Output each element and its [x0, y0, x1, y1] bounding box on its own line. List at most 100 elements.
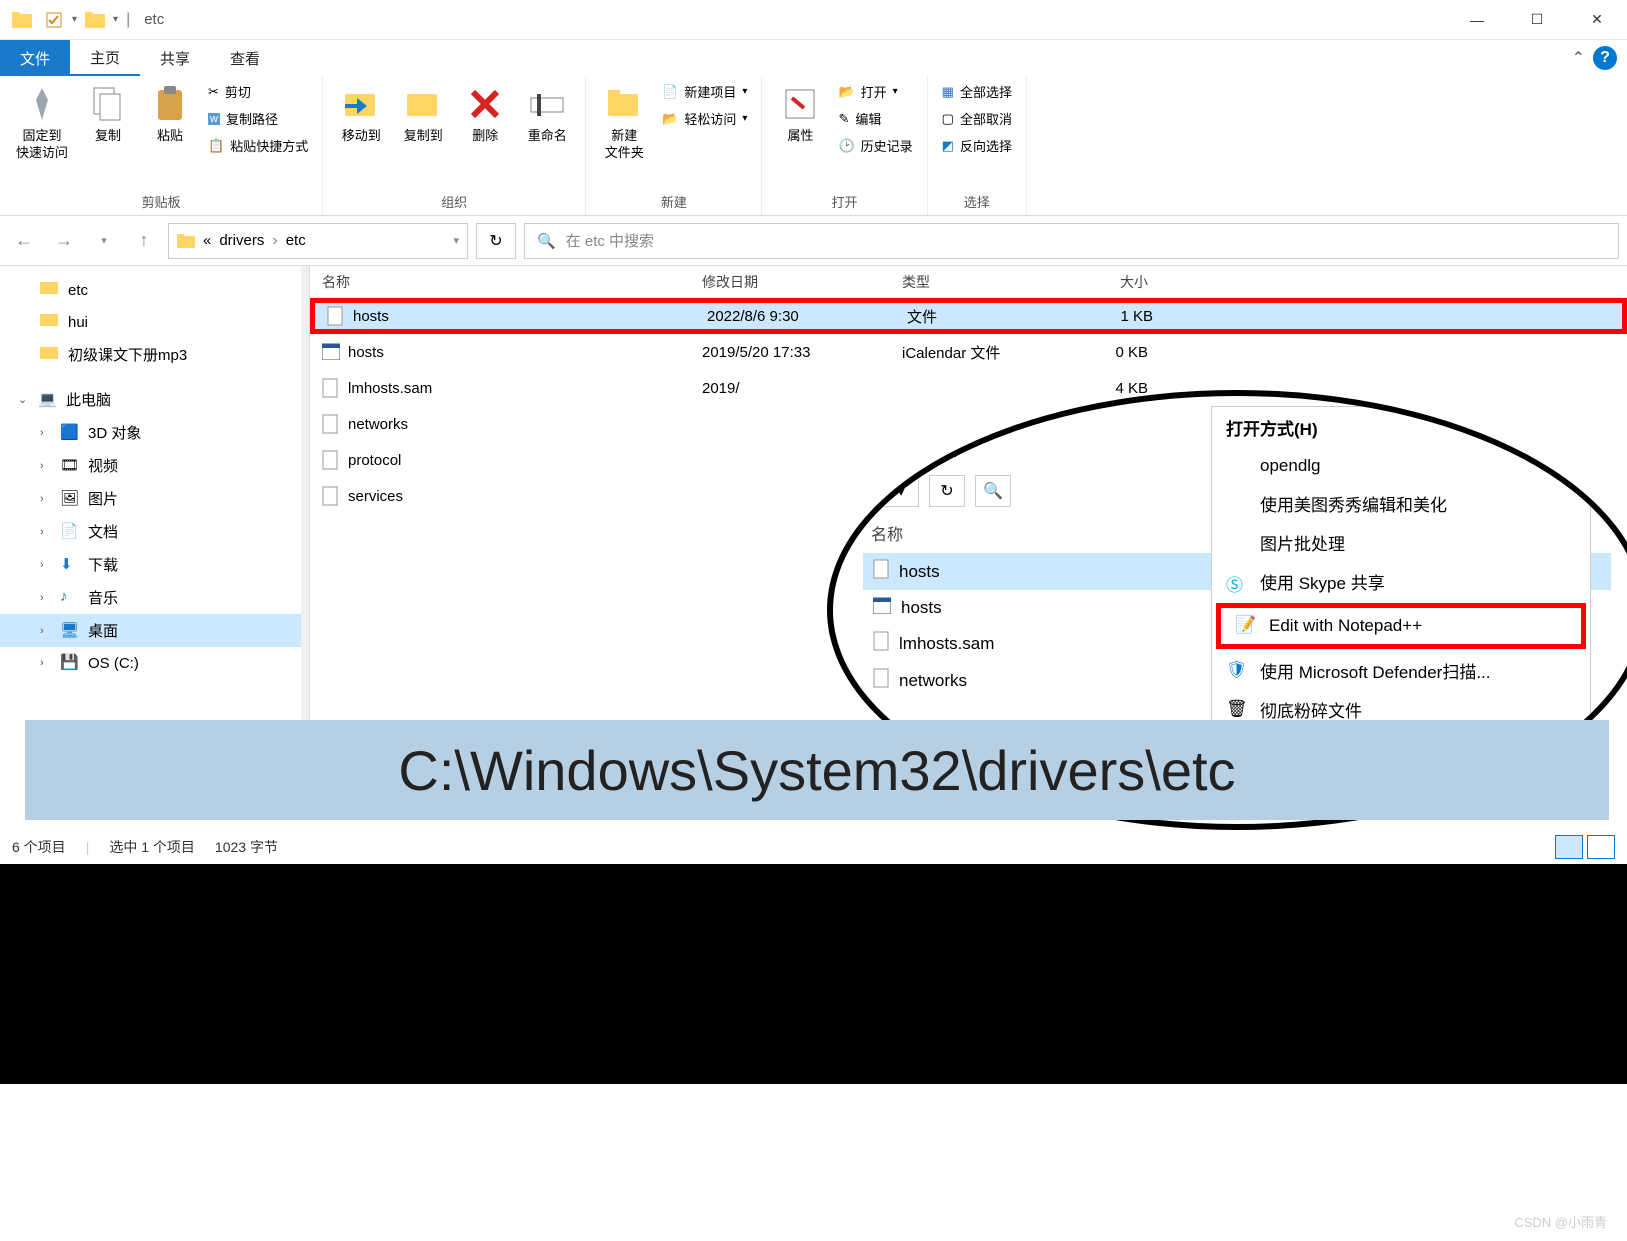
tree-item-hui[interactable]: hui — [0, 306, 309, 338]
refresh-button[interactable]: ↻ — [476, 223, 516, 259]
separator: | — [86, 839, 90, 855]
ctx-item-opendlg[interactable]: opendlg — [1212, 448, 1590, 484]
column-header-date[interactable]: 修改日期 — [690, 266, 890, 297]
group-label: 选择 — [938, 188, 1016, 215]
tree-item-mp3[interactable]: 初级课文下册mp3 — [0, 338, 309, 371]
paste-shortcut-button[interactable]: 📋粘贴快捷方式 — [204, 134, 312, 157]
back-button[interactable]: ← — [8, 225, 40, 257]
tab-share[interactable]: 共享 — [140, 40, 210, 76]
icons-view-button[interactable] — [1587, 835, 1615, 859]
select-all-button[interactable]: ▦全部选择 — [938, 80, 1016, 103]
recent-dropdown-icon[interactable]: ▾ — [88, 225, 120, 257]
forward-button[interactable]: → — [48, 225, 80, 257]
close-button[interactable]: ✕ — [1567, 0, 1627, 40]
invert-icon: ◩ — [942, 138, 954, 154]
tree-item-pictures[interactable]: ›🖼图片 — [0, 482, 309, 515]
chevron-right-icon[interactable]: › — [40, 657, 52, 669]
rename-button[interactable]: 重命名 — [519, 80, 575, 149]
file-icon — [322, 486, 340, 506]
view-mode-buttons — [1555, 835, 1615, 859]
tree-item-thispc[interactable]: ⌄💻此电脑 — [0, 383, 309, 416]
easy-access-button[interactable]: 📂轻松访问▾ — [658, 107, 751, 130]
tree-item-video[interactable]: ›🎞视频 — [0, 449, 309, 482]
file-row[interactable]: hosts2022/8/6 9:30文件1 KB — [310, 298, 1627, 334]
new-folder-button[interactable]: 新建 文件夹 — [596, 80, 652, 166]
chevron-down-icon[interactable]: ⌄ — [18, 393, 30, 406]
file-type: 文件 — [895, 306, 1065, 327]
file-name: protocol — [348, 452, 401, 469]
pin-quickaccess-button[interactable]: 固定到 快速访问 — [10, 80, 74, 166]
new-item-button[interactable]: 📄新建项目▾ — [658, 80, 751, 103]
newitem-icon: 📄 — [662, 84, 678, 100]
tree-item-osc[interactable]: ›💾OS (C:) — [0, 647, 309, 679]
paste-button[interactable]: 粘贴 — [142, 80, 198, 149]
zoom-refresh-button[interactable]: ↻ — [929, 475, 965, 507]
desktop-icon: 🖥 — [60, 621, 80, 641]
properties-button[interactable]: 属性 — [772, 80, 828, 149]
chevron-down-icon[interactable]: ▾ — [453, 234, 459, 247]
open-button[interactable]: 📂打开▾ — [834, 80, 916, 103]
tree-item-documents[interactable]: ›📄文档 — [0, 515, 309, 548]
breadcrumb[interactable]: etc — [286, 232, 306, 249]
search-input[interactable]: 🔍 在 etc 中搜索 — [524, 223, 1619, 259]
file-size: 0 KB — [1060, 344, 1160, 361]
qat-dropdown-icon[interactable]: ▾ — [72, 14, 77, 25]
file-row[interactable]: lmhosts.sam2019/4 KB — [310, 370, 1627, 406]
tab-view[interactable]: 查看 — [210, 40, 280, 76]
folder-icon — [40, 312, 60, 332]
copy-path-button[interactable]: w复制路径 — [204, 107, 312, 130]
address-bar[interactable]: « drivers › etc ▾ — [168, 223, 468, 259]
collapse-ribbon-icon[interactable]: ⌃ — [1572, 48, 1585, 68]
video-icon: 🎞 — [60, 456, 80, 476]
invert-selection-button[interactable]: ◩反向选择 — [938, 134, 1016, 157]
cut-button[interactable]: ✂剪切 — [204, 80, 312, 103]
chevron-right-icon[interactable]: › — [40, 526, 52, 538]
chevron-right-icon[interactable]: › — [40, 427, 52, 439]
chevron-right-icon[interactable]: › — [40, 493, 52, 505]
breadcrumb[interactable]: « — [203, 232, 211, 249]
chevron-right-icon[interactable]: › — [272, 232, 277, 250]
file-row[interactable]: hosts2019/5/20 17:33iCalendar 文件0 KB — [310, 334, 1627, 370]
select-none-button[interactable]: ▢全部取消 — [938, 107, 1016, 130]
ctx-item-batch[interactable]: 图片批处理 — [1212, 523, 1590, 562]
maximize-button[interactable]: ☐ — [1507, 0, 1567, 40]
ctx-item-skype[interactable]: Ⓢ使用 Skype 共享 — [1212, 562, 1590, 601]
zoom-search-button[interactable]: 🔍 — [975, 475, 1011, 507]
qat-dropdown-icon[interactable]: ▾ — [113, 14, 118, 25]
ctx-item-notepadpp[interactable]: 📝Edit with Notepad++ — [1216, 603, 1586, 649]
pictures-icon: 🖼 — [60, 489, 80, 509]
column-headers: 名称 修改日期 类型 大小 — [310, 266, 1627, 298]
edit-button[interactable]: ✎编辑 — [834, 107, 916, 130]
details-view-button[interactable] — [1555, 835, 1583, 859]
history-button[interactable]: 🕑历史记录 — [834, 134, 916, 157]
up-button[interactable]: ↑ — [128, 225, 160, 257]
ctx-item-defender[interactable]: 🛡使用 Microsoft Defender扫描... — [1212, 651, 1590, 690]
copyto-button[interactable]: 复制到 — [395, 80, 451, 149]
tree-item-desktop[interactable]: ›🖥桌面 — [0, 614, 309, 647]
file-name: hosts — [353, 308, 389, 325]
chevron-right-icon[interactable]: › — [40, 559, 52, 571]
minimize-button[interactable]: — — [1447, 0, 1507, 40]
copy-button[interactable]: 复制 — [80, 80, 136, 149]
column-header-size[interactable]: 大小 — [1060, 266, 1160, 297]
chevron-right-icon[interactable]: › — [40, 625, 52, 637]
tree-item-music[interactable]: ›♪音乐 — [0, 581, 309, 614]
help-button[interactable]: ? — [1593, 46, 1617, 70]
tab-home[interactable]: 主页 — [70, 40, 140, 76]
chevron-right-icon[interactable]: › — [40, 460, 52, 472]
ctx-item-meitu[interactable]: 使用美图秀秀编辑和美化 — [1212, 484, 1590, 523]
path-icon: w — [208, 113, 220, 125]
delete-button[interactable]: 删除 — [457, 80, 513, 149]
moveto-button[interactable]: 移动到 — [333, 80, 389, 149]
column-header-name[interactable]: 名称 — [310, 266, 690, 297]
checkbox-icon[interactable] — [40, 6, 68, 34]
breadcrumb[interactable]: drivers — [219, 232, 264, 249]
tree-item-3dobjects[interactable]: ›🟦3D 对象 — [0, 416, 309, 449]
chevron-right-icon[interactable]: › — [40, 592, 52, 604]
column-header-type[interactable]: 类型 — [890, 266, 1060, 297]
tab-file[interactable]: 文件 — [0, 40, 70, 76]
tree-item-downloads[interactable]: ›⬇下载 — [0, 548, 309, 581]
tree-item-etc[interactable]: etc — [0, 274, 309, 306]
file-date: 2019/ — [690, 380, 890, 397]
drive-icon: 💾 — [60, 653, 80, 673]
